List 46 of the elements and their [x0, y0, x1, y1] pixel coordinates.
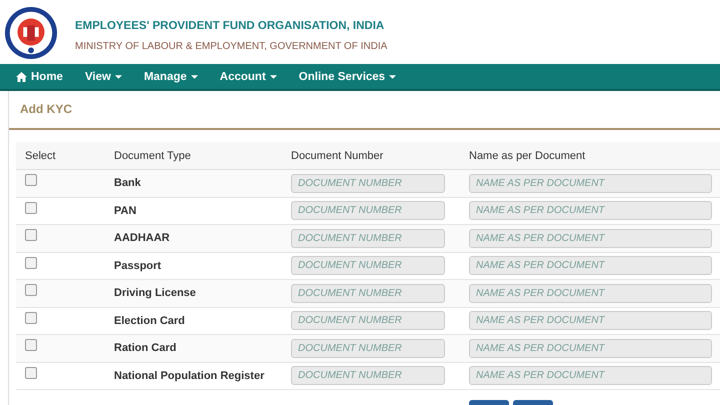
document-number-field[interactable]: DOCUMENT NUMBER	[291, 228, 445, 248]
document-type: Bank	[114, 177, 141, 190]
document-type: Election Card	[114, 314, 185, 327]
document-number-field[interactable]: DOCUMENT NUMBER	[291, 284, 445, 303]
document-number-field[interactable]: DOCUMENT NUMBER	[291, 256, 445, 276]
name-field[interactable]: NAME AS PER DOCUMENT	[469, 201, 712, 220]
panel-title: Add KYC	[9, 91, 720, 130]
checkbox[interactable]	[25, 229, 37, 242]
document-number-field[interactable]: DOCUMENT NUMBER	[291, 311, 445, 330]
checkbox[interactable]	[25, 284, 37, 296]
document-type: AADHAAR	[114, 232, 170, 244]
name-field[interactable]: NAME AS PER DOCUMENT	[469, 256, 712, 276]
checkbox[interactable]	[25, 312, 37, 324]
column-header: Document Number	[291, 142, 469, 170]
ministry-subtitle: MINISTRY OF LABOUR & EMPLOYMENT, GOVERNMENT OF INDIA	[75, 41, 388, 52]
checkbox[interactable]	[25, 202, 37, 214]
nav-menu-item[interactable]: View	[74, 70, 133, 82]
organisation-title: EMPLOYEES' PROVIDENT FUND ORGANISATION, INDIA	[75, 20, 386, 32]
checkbox[interactable]	[25, 339, 37, 352]
home-icon	[16, 72, 27, 82]
name-field[interactable]: NAME AS PER DOCUMENT	[469, 284, 712, 303]
document-number-field[interactable]: DOCUMENT NUMBER	[291, 338, 445, 358]
document-number-field[interactable]: DOCUMENT NUMBER	[291, 366, 445, 386]
column-header: Document Type	[114, 142, 291, 170]
column-header: Name as per Document	[469, 142, 720, 170]
column-header: Select	[16, 142, 114, 170]
name-field[interactable]: NAME AS PER DOCUMENT	[469, 366, 712, 386]
nav-menu-item[interactable]: Home	[12, 70, 74, 82]
document-type: National Population Register	[114, 370, 264, 382]
document-number-field[interactable]: DOCUMENT NUMBER	[291, 174, 445, 193]
nav-menu-item[interactable]: Account	[208, 70, 288, 82]
emblem-logo	[4, 6, 58, 60]
checkbox[interactable]	[25, 366, 37, 379]
document-number-field[interactable]: DOCUMENT NUMBER	[291, 201, 445, 220]
nav-menu-item[interactable]: Manage	[132, 70, 209, 82]
document-type: Ration Card	[114, 342, 176, 354]
checkbox[interactable]	[25, 174, 37, 186]
document-type: PAN	[114, 204, 136, 217]
name-field[interactable]: NAME AS PER DOCUMENT	[469, 338, 712, 358]
name-field[interactable]: NAME AS PER DOCUMENT	[469, 174, 712, 193]
name-field[interactable]: NAME AS PER DOCUMENT	[469, 228, 712, 248]
document-type: Passport	[114, 260, 162, 272]
nav-menu-item[interactable]: Online Services	[288, 70, 408, 82]
document-type: Driving License	[114, 287, 196, 300]
checkbox[interactable]	[25, 256, 37, 269]
name-field[interactable]: NAME AS PER DOCUMENT	[469, 311, 712, 330]
